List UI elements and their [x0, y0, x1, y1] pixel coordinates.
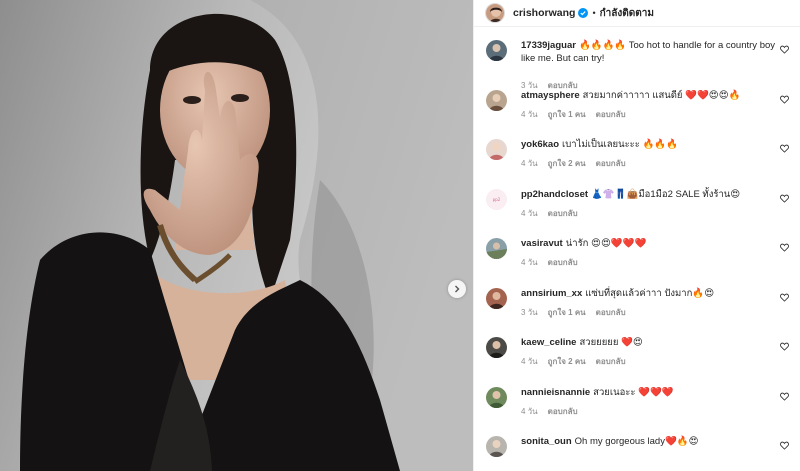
comment-content: แซ่บที่สุดแล้วค่าาา ปังมาก🔥😍 — [585, 287, 715, 299]
comment-content: 👗👚👖👜มือ1มือ2 SALE ทั้งร้าน😍 — [591, 188, 741, 200]
commenter-avatar[interactable] — [486, 238, 507, 259]
following-button[interactable]: กำลังติดตาม — [600, 6, 654, 21]
comment-time[interactable]: 4 วัน — [521, 157, 538, 170]
verified-badge-icon — [578, 8, 589, 18]
comment-likes[interactable]: ถูกใจ 2 คน — [548, 355, 586, 368]
comment-meta: 3 วัน ถูกใจ 1 คน ตอบกลับ — [521, 306, 780, 319]
comment-item: kaew_celine สวยยยยย ❤️😍 4 วัน ถูกใจ 2 คน … — [474, 327, 800, 377]
comment-list: 17339jaguar 🔥🔥🔥🔥 Too hot to handle for a … — [474, 30, 800, 471]
comment-time[interactable]: 4 วัน — [521, 256, 538, 269]
comment-text: sonita_oun Oh my gorgeous lady❤️🔥😍 — [521, 435, 780, 448]
commenter-avatar[interactable] — [486, 386, 507, 408]
comment-item: yok6kao เบาไม่เป็นเลยนะะะ 🔥🔥🔥 4 วัน ถูกใจ… — [474, 129, 800, 179]
comment-likes[interactable]: ถูกใจ 1 คน — [548, 306, 586, 319]
commenter-avatar[interactable] — [486, 337, 507, 358]
like-heart-icon[interactable] — [780, 342, 789, 351]
reply-button[interactable]: ตอบกลับ — [596, 108, 626, 121]
comment-text: vasiravut น่ารัก 😍😍❤️❤️❤️ — [521, 237, 780, 250]
comment-content: Oh my gorgeous lady❤️🔥😍 — [574, 436, 699, 447]
commenter-avatar[interactable] — [486, 287, 507, 309]
comment-content: สวยมากค่าาาาา แสนดีย์ ❤️❤️😍😍🔥 — [582, 89, 741, 101]
chevron-right-icon — [455, 285, 460, 293]
comment-time[interactable]: 3 วัน — [521, 306, 538, 319]
comments-panel: crishorwang • กำลังติดตาม 17339jaguar 🔥🔥🔥… — [473, 0, 800, 471]
comment-text: atmaysphere สวยมากค่าาาาา แสนดีย์ ❤️❤️😍😍🔥 — [521, 89, 780, 102]
comment-likes[interactable]: ถูกใจ 1 คน — [548, 108, 586, 121]
post-photo — [0, 0, 473, 471]
like-heart-icon[interactable] — [780, 45, 789, 54]
comment-text: nannieisnannie สวยเนอะะ ❤️❤️❤️ — [521, 386, 780, 399]
like-heart-icon[interactable] — [780, 293, 789, 302]
comment-time[interactable]: 4 วัน — [521, 207, 538, 220]
reply-button[interactable]: ตอบกลับ — [596, 157, 626, 170]
reply-button[interactable]: ตอบกลับ — [548, 207, 578, 220]
like-heart-icon[interactable] — [780, 95, 789, 104]
comment-content: สวยยยยย ❤️😍 — [579, 337, 643, 348]
comment-item: 17339jaguar 🔥🔥🔥🔥 Too hot to handle for a … — [474, 30, 800, 90]
commenter-avatar[interactable] — [486, 40, 507, 61]
like-heart-icon[interactable] — [780, 392, 789, 401]
comment-item: sonita_oun Oh my gorgeous lady❤️🔥😍 — [474, 426, 800, 471]
comment-username[interactable]: sonita_oun — [521, 436, 572, 447]
comment-item: annsirium_xx แซ่บที่สุดแล้วค่าาา ปังมาก🔥😍… — [474, 278, 800, 328]
photo-illustration — [0, 0, 473, 471]
commenter-avatar[interactable] — [486, 139, 507, 160]
comment-time[interactable]: 4 วัน — [521, 405, 538, 418]
comment-text: 17339jaguar 🔥🔥🔥🔥 Too hot to handle for a … — [521, 39, 780, 65]
comment-time[interactable]: 4 วัน — [521, 355, 538, 368]
comment-text: pp2handcloset 👗👚👖👜มือ1มือ2 SALE ทั้งร้าน😍 — [521, 188, 780, 201]
commenter-avatar[interactable]: pp2 — [486, 188, 507, 210]
reply-button[interactable]: ตอบกลับ — [596, 306, 626, 319]
comment-text: annsirium_xx แซ่บที่สุดแล้วค่าาา ปังมาก🔥😍 — [521, 287, 780, 300]
commenter-avatar[interactable] — [486, 89, 507, 111]
comment-meta: 4 วัน ตอบกลับ — [521, 207, 780, 220]
comment-username[interactable]: atmaysphere — [521, 90, 580, 101]
commenter-avatar[interactable] — [486, 436, 507, 457]
reply-button[interactable]: ตอบกลับ — [548, 405, 578, 418]
comment-text: kaew_celine สวยยยยย ❤️😍 — [521, 336, 780, 349]
svg-text:pp2: pp2 — [493, 197, 501, 202]
comment-username[interactable]: vasiravut — [521, 238, 563, 249]
author-avatar[interactable] — [485, 3, 505, 23]
comment-likes[interactable]: ถูกใจ 2 คน — [548, 157, 586, 170]
comment-meta: 4 วัน ตอบกลับ — [521, 405, 780, 418]
next-photo-button[interactable] — [448, 280, 466, 298]
like-heart-icon[interactable] — [780, 144, 789, 153]
reply-button[interactable]: ตอบกลับ — [548, 256, 578, 269]
comment-content: น่ารัก 😍😍❤️❤️❤️ — [565, 238, 647, 249]
comment-username[interactable]: yok6kao — [521, 139, 559, 150]
comment-meta: 4 วัน ถูกใจ 2 คน ตอบกลับ — [521, 157, 780, 170]
comment-item: vasiravut น่ารัก 😍😍❤️❤️❤️ 4 วัน ตอบกลับ — [474, 228, 800, 278]
comment-text: yok6kao เบาไม่เป็นเลยนะะะ 🔥🔥🔥 — [521, 138, 780, 151]
comment-username[interactable]: kaew_celine — [521, 337, 576, 348]
post-header: crishorwang • กำลังติดตาม — [474, 0, 800, 27]
like-heart-icon[interactable] — [780, 243, 789, 252]
reply-button[interactable]: ตอบกลับ — [596, 355, 626, 368]
comment-meta: 4 วัน ถูกใจ 2 คน ตอบกลับ — [521, 355, 780, 368]
comment-time[interactable]: 4 วัน — [521, 108, 538, 121]
comment-meta: 4 วัน ถูกใจ 1 คน ตอบกลับ — [521, 108, 780, 121]
comment-meta: 4 วัน ตอบกลับ — [521, 256, 780, 269]
comment-content: เบาไม่เป็นเลยนะะะ 🔥🔥🔥 — [562, 139, 679, 150]
author-username[interactable]: crishorwang — [513, 7, 575, 19]
like-heart-icon[interactable] — [780, 194, 789, 203]
comment-username[interactable]: 17339jaguar — [521, 40, 576, 51]
header-separator: • — [592, 8, 596, 18]
comment-username[interactable]: pp2handcloset — [521, 189, 588, 200]
comment-item: nannieisnannie สวยเนอะะ ❤️❤️❤️ 4 วัน ตอบก… — [474, 377, 800, 427]
comment-username[interactable]: annsirium_xx — [521, 288, 582, 299]
like-heart-icon[interactable] — [780, 441, 789, 450]
comment-username[interactable]: nannieisnannie — [521, 387, 590, 398]
comment-content: สวยเนอะะ ❤️❤️❤️ — [593, 386, 674, 398]
comment-item: pp2 pp2handcloset 👗👚👖👜มือ1มือ2 SALE ทั้งร… — [474, 179, 800, 229]
avatar-image — [486, 4, 504, 22]
